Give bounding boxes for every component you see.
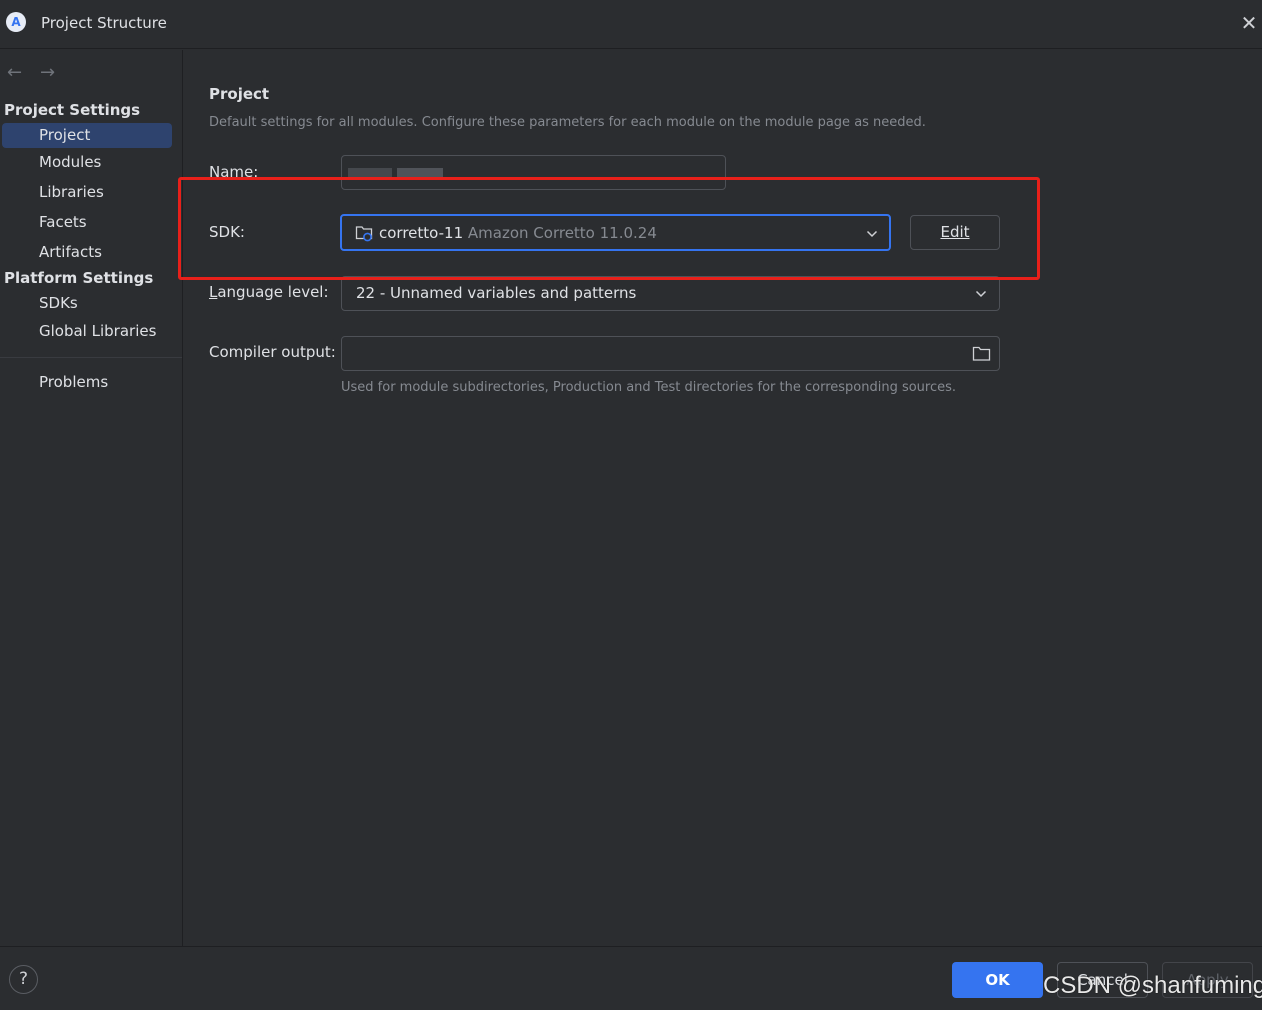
redacted-text [348, 168, 392, 180]
sdk-detail: Amazon Corretto 11.0.24 [467, 224, 657, 242]
back-arrow-icon[interactable]: ← [7, 62, 22, 83]
title-bar: A Project Structure ✕ [0, 0, 1262, 49]
sidebar-item-sdks[interactable]: SDKs [2, 291, 172, 316]
sidebar-item-global-libraries[interactable]: Global Libraries [2, 319, 172, 344]
page-title: Project [209, 85, 270, 103]
app-logo-icon: A [6, 12, 26, 32]
compiler-output-hint: Used for module subdirectories, Producti… [341, 380, 957, 395]
name-field[interactable] [341, 155, 726, 190]
apply-button[interactable]: Apply [1162, 962, 1253, 998]
language-level-label: Language level: [209, 283, 329, 301]
sdk-name: corretto-11 [379, 224, 464, 242]
folder-browse-icon[interactable] [972, 345, 991, 362]
sidebar-item-artifacts[interactable]: Artifacts [2, 240, 172, 265]
platform-settings-title: Platform Settings [4, 269, 154, 287]
sidebar-item-libraries[interactable]: Libraries [2, 180, 172, 205]
language-label-text: anguage level: [217, 283, 329, 301]
redacted-text [397, 168, 443, 180]
close-icon[interactable]: ✕ [1238, 12, 1260, 34]
cancel-button[interactable]: Cancel [1057, 962, 1148, 998]
sidebar-item-problems[interactable]: Problems [2, 370, 172, 395]
footer-bar: ? OK Cancel Apply [0, 946, 1262, 1010]
compiler-output-field[interactable] [341, 336, 1000, 371]
sidebar-item-facets[interactable]: Facets [2, 210, 172, 235]
forward-arrow-icon[interactable]: → [40, 62, 55, 83]
help-icon[interactable]: ? [9, 965, 38, 994]
jdk-folder-icon [355, 226, 373, 242]
sdk-label: SDK: [209, 223, 245, 241]
edit-button-label: Edit [940, 223, 970, 241]
sidebar-item-project[interactable]: Project [2, 123, 172, 148]
sidebar-divider [0, 357, 182, 358]
page-description: Default settings for all modules. Config… [209, 115, 926, 130]
sdk-dropdown[interactable]: corretto-11 Amazon Corretto 11.0.24 [340, 214, 891, 251]
chevron-down-icon [975, 290, 987, 298]
main-panel: Project Default settings for all modules… [184, 50, 1262, 946]
ok-button[interactable]: OK [952, 962, 1043, 998]
name-label: Name: [209, 163, 259, 181]
sidebar-item-modules[interactable]: Modules [2, 150, 172, 175]
sidebar: ← → Project Settings Project Modules Lib… [0, 50, 183, 946]
chevron-down-icon [866, 230, 878, 238]
project-settings-title: Project Settings [4, 101, 141, 119]
window-title: Project Structure [41, 14, 167, 32]
compiler-output-label: Compiler output: [209, 343, 336, 361]
language-level-value: 22 - Unnamed variables and patterns [356, 284, 637, 302]
edit-button[interactable]: Edit [910, 215, 1000, 250]
language-level-dropdown[interactable]: 22 - Unnamed variables and patterns [341, 276, 1000, 311]
